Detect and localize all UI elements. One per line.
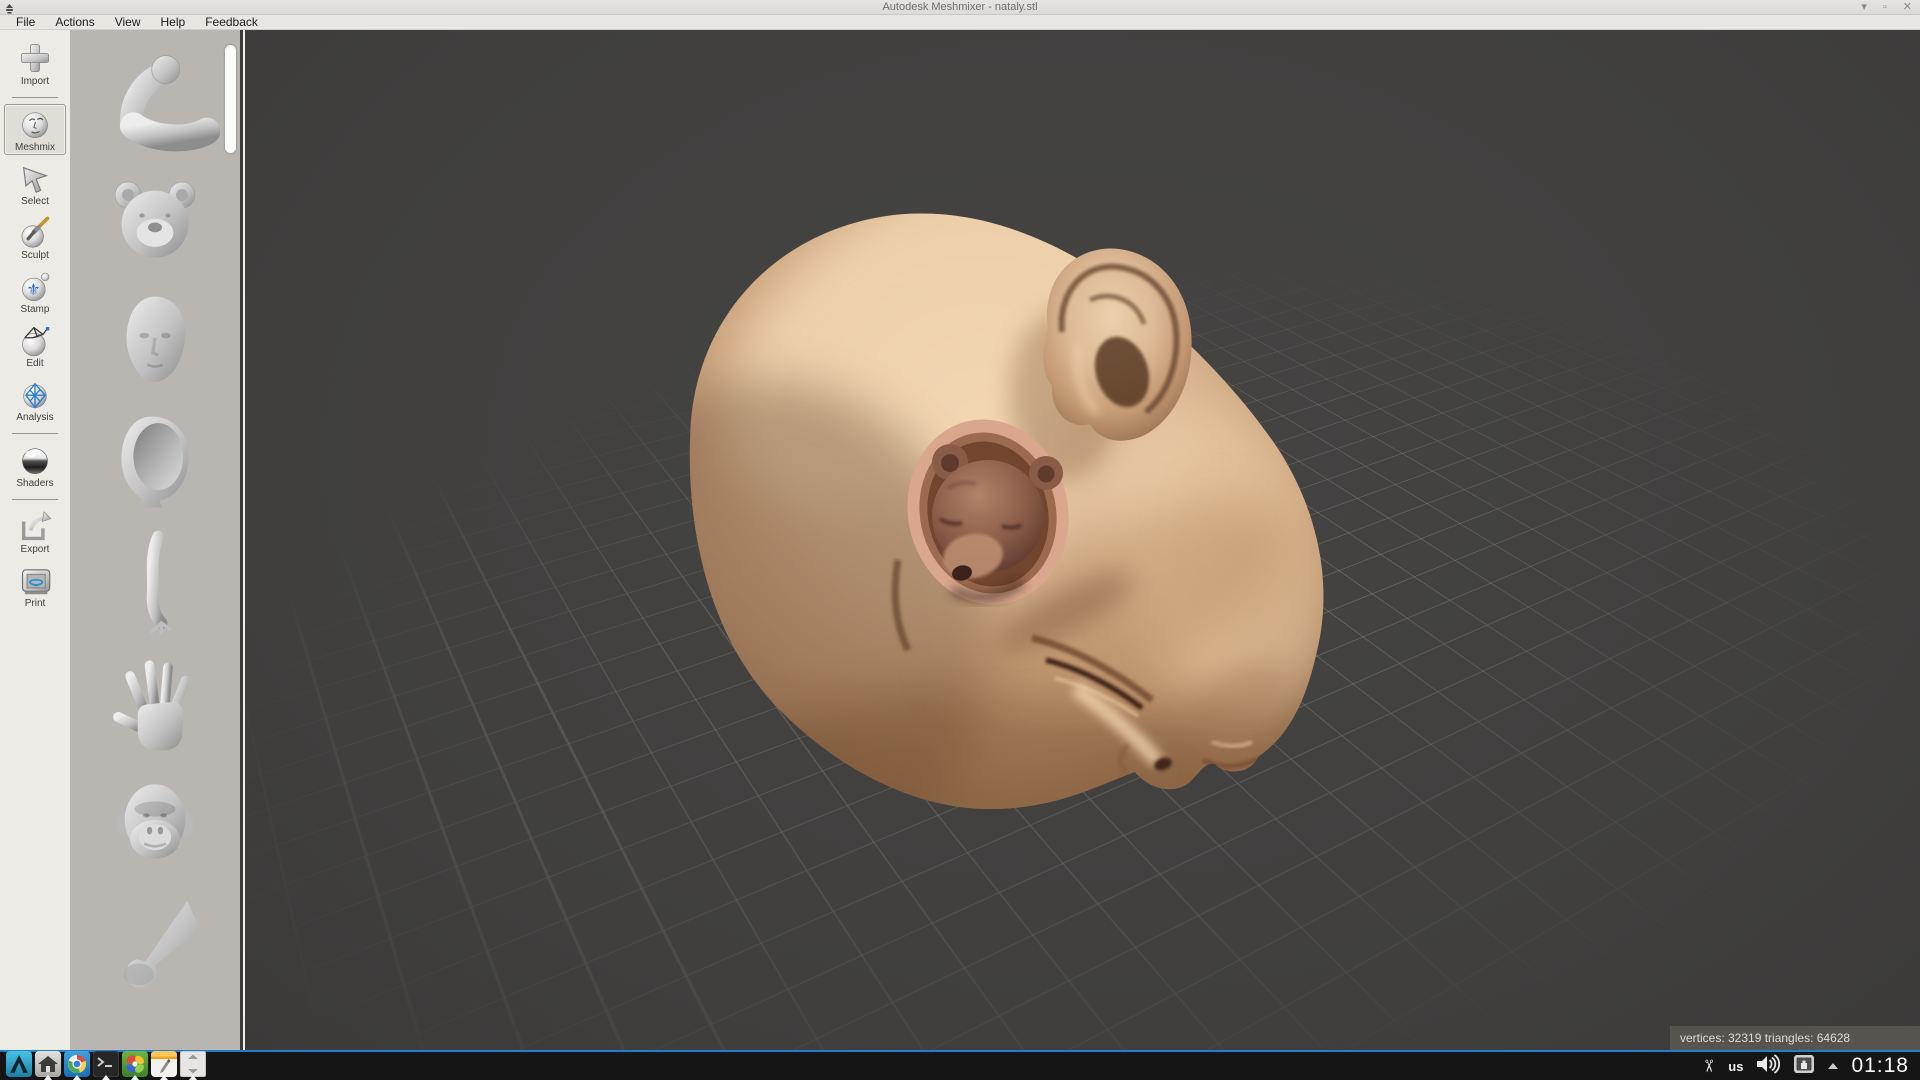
toolbar-label: Print	[5, 598, 65, 609]
toolbar-label: Shaders	[5, 478, 65, 489]
flexed-arm-icon	[90, 48, 220, 161]
shaders-icon	[5, 443, 65, 477]
parts-scrollbar-thumb[interactable]	[225, 45, 236, 153]
toolbar-separator	[12, 499, 58, 500]
running-indicator	[44, 1075, 52, 1080]
running-indicator	[73, 1075, 81, 1080]
export-icon	[5, 509, 65, 543]
mesh-stats: vertices: 32319 triangles: 64628	[1670, 1026, 1920, 1050]
left-toolbar: Import Meshmix Select	[0, 30, 70, 1050]
meshmix-icon	[5, 107, 65, 141]
toolbar-button-import[interactable]: Import	[4, 38, 66, 89]
toolbar-label: Edit	[5, 358, 65, 369]
menu-feedback[interactable]: Feedback	[195, 15, 268, 30]
meshmix-parts-panel	[70, 30, 240, 1050]
taskbar-workspace-switcher[interactable]	[179, 1053, 207, 1080]
display-settings-icon[interactable]	[1793, 1054, 1815, 1079]
print-icon	[5, 563, 65, 597]
toolbar-button-analysis[interactable]: Analysis	[4, 374, 66, 425]
bear-head-icon	[90, 168, 220, 281]
part-thumbnail-open-hand[interactable]	[85, 648, 225, 760]
toolbar-button-print[interactable]: Print	[4, 560, 66, 611]
toolbar-label: Sculpt	[5, 250, 65, 261]
open-hand-icon	[90, 648, 220, 761]
toolbar-button-export[interactable]: Export	[4, 506, 66, 557]
toolbar-button-edit[interactable]: Edit	[4, 320, 66, 371]
toolbar-button-sculpt[interactable]: Sculpt	[4, 212, 66, 263]
toolbar-separator	[12, 97, 58, 98]
toolbar-button-shaders[interactable]: Shaders	[4, 440, 66, 491]
window-title: Autodesk Meshmixer - nataly.stl	[0, 1, 1920, 13]
toolbar-separator	[12, 433, 58, 434]
mesh-model[interactable]	[245, 30, 1920, 1050]
sculpt-icon	[5, 215, 65, 249]
toolbar-label: Meshmix	[5, 142, 65, 153]
system-tray: ✂ us 01:18	[1701, 1054, 1915, 1079]
menu-actions[interactable]: Actions	[45, 15, 104, 30]
svg-text:⚜: ⚜	[26, 282, 40, 299]
head-shell-icon	[90, 408, 220, 521]
menu-help[interactable]: Help	[151, 15, 196, 30]
running-indicator	[160, 1075, 168, 1080]
toolbar-label: Export	[5, 544, 65, 555]
maximize-button[interactable]: ▫	[1883, 0, 1887, 15]
taskbar-terminal[interactable]	[92, 1053, 120, 1080]
edit-icon	[5, 323, 65, 357]
viewport-3d[interactable]: vertices: 32319 triangles: 64628	[245, 30, 1920, 1050]
human-head-icon	[90, 288, 220, 401]
taskbar-text-editor[interactable]	[150, 1053, 178, 1080]
keyboard-layout-indicator[interactable]: us	[1728, 1059, 1743, 1074]
taskbar-chrome[interactable]	[63, 1053, 91, 1080]
menubar: File Actions View Help Feedback	[0, 15, 1920, 30]
close-button[interactable]: ✕	[1903, 0, 1912, 15]
toolbar-button-stamp[interactable]: ⚜ Stamp	[4, 266, 66, 317]
taskbar-file-manager[interactable]	[34, 1053, 62, 1080]
ear	[1043, 249, 1191, 441]
volume-icon[interactable]	[1756, 1054, 1780, 1079]
cone-horn-icon	[90, 888, 220, 1001]
taskbar-clock[interactable]: 01:18	[1851, 1054, 1909, 1078]
part-thumbnail-human-head[interactable]	[85, 288, 225, 400]
taskbar: ✂ us 01:18	[0, 1050, 1920, 1080]
part-thumbnail-flexed-arm[interactable]	[85, 48, 225, 160]
toolbar-label: Stamp	[5, 304, 65, 315]
part-thumbnail-head-shell[interactable]	[85, 408, 225, 520]
slender-arm-icon	[90, 528, 220, 641]
toolbar-label: Import	[5, 76, 65, 87]
toolbar-label: Analysis	[5, 412, 65, 423]
clipboard-manager-icon[interactable]: ✂	[1698, 1059, 1718, 1073]
part-thumbnail-bear-head[interactable]	[85, 168, 225, 280]
analysis-icon	[5, 377, 65, 411]
minimize-button[interactable]: ▾	[1861, 0, 1867, 15]
toolbar-label: Select	[5, 196, 65, 207]
taskbar-app-menu[interactable]	[5, 1053, 33, 1080]
part-thumbnail-gorilla-head[interactable]	[85, 768, 225, 880]
running-indicator	[131, 1075, 139, 1080]
running-indicator	[189, 1075, 197, 1080]
part-thumbnail-slender-arm[interactable]	[85, 528, 225, 640]
tray-expander-icon[interactable]	[1828, 1063, 1838, 1069]
gorilla-head-icon	[90, 768, 220, 881]
toolbar-button-select[interactable]: Select	[4, 158, 66, 209]
running-indicator	[102, 1075, 110, 1080]
part-thumbnail-cone-horn[interactable]	[85, 888, 225, 1000]
menu-view[interactable]: View	[105, 15, 151, 30]
toolbar-button-meshmix[interactable]: Meshmix	[4, 104, 66, 155]
taskbar-application-finder[interactable]	[121, 1053, 149, 1080]
parts-scrollbar[interactable]	[224, 40, 237, 1040]
app-menu-icon	[6, 1051, 32, 1080]
stamp-icon: ⚜	[5, 269, 65, 303]
select-icon	[5, 161, 65, 195]
import-icon	[5, 41, 65, 75]
titlebar: Autodesk Meshmixer - nataly.stl ▾ ▫ ✕	[0, 0, 1920, 15]
